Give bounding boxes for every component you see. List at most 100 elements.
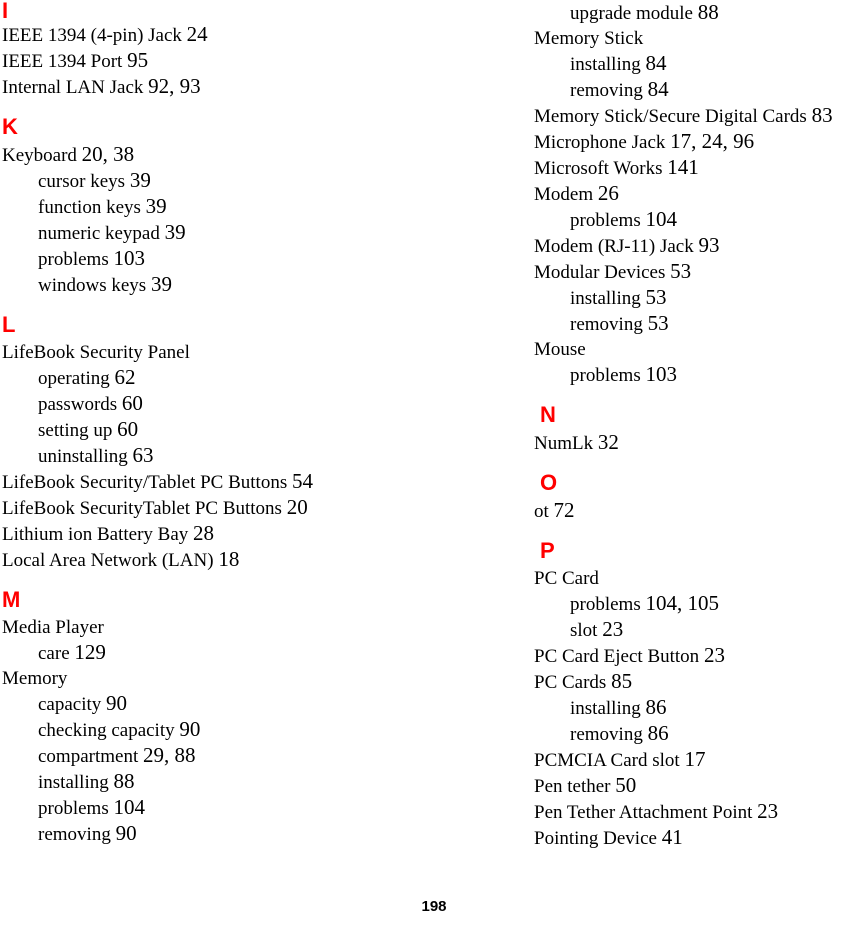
index-entry-label: problems: [570, 210, 641, 231]
index-entry-page-numbers[interactable]: 26: [598, 181, 619, 205]
index-entry-page-numbers[interactable]: 39: [165, 220, 186, 244]
page-number: 198: [421, 898, 447, 915]
index-entry-label: installing: [38, 772, 109, 793]
index-entry-page-numbers[interactable]: 104: [645, 207, 677, 231]
index-entry-label: Microphone Jack: [534, 132, 666, 153]
index-entry-page-numbers[interactable]: 62: [115, 365, 136, 389]
index-section-letter: I: [2, 0, 9, 23]
index-entry: Keyboard 20, 38: [2, 142, 520, 168]
index-subentry: compartment 29, 88: [2, 743, 520, 769]
index-entry-label: LifeBook SecurityTablet PC Buttons: [2, 498, 282, 519]
index-entry: Pointing Device 41: [534, 825, 868, 851]
index-section-letter: K: [2, 114, 18, 139]
index-entry-page-numbers[interactable]: 129: [74, 640, 106, 664]
index-entry-page-numbers[interactable]: 23: [602, 617, 623, 641]
index-entry-page-numbers[interactable]: 50: [615, 773, 636, 797]
index-entry: LifeBook Security/Tablet PC Buttons 54: [2, 469, 520, 495]
index-entry-page-numbers[interactable]: 104: [113, 795, 145, 819]
index-entry-page-numbers[interactable]: 72: [554, 498, 575, 522]
index-entry-page-numbers[interactable]: 88: [113, 769, 134, 793]
index-section-letter-wrap: P: [534, 540, 868, 566]
index-entry-label: IEEE 1394 Port: [2, 51, 123, 72]
index-entry-label: IEEE 1394 (4-pin) Jack: [2, 25, 182, 46]
index-entry-page-numbers[interactable]: 103: [113, 246, 145, 270]
index-entry-page-numbers[interactable]: 23: [704, 643, 725, 667]
index-entry-page-numbers[interactable]: 39: [146, 194, 167, 218]
index-entry-label: Pen tether: [534, 776, 611, 797]
index-entry-label: numeric keypad: [38, 223, 160, 244]
index-entry-label: problems: [570, 594, 641, 615]
index-entry-page-numbers[interactable]: 24: [187, 22, 208, 46]
index-entry-page-numbers[interactable]: 17, 24, 96: [670, 129, 754, 153]
index-subentry: upgrade module 88: [534, 0, 868, 26]
index-entry-page-numbers[interactable]: 86: [648, 721, 669, 745]
index-entry-label: passwords: [38, 394, 118, 415]
index-entry: Pen tether 50: [534, 773, 868, 799]
index-entry-label: NumLk: [534, 433, 594, 454]
index-entry-page-numbers[interactable]: 95: [127, 48, 148, 72]
index-entry-page-numbers[interactable]: 90: [179, 717, 200, 741]
index-entry-label: Modular Devices: [534, 262, 666, 283]
index-entry-page-numbers[interactable]: 85: [611, 669, 632, 693]
index-entry-page-numbers[interactable]: 93: [698, 233, 719, 257]
index-entry-label: windows keys: [38, 275, 147, 296]
index-subentry: installing 88: [2, 769, 520, 795]
index-entry-page-numbers[interactable]: 84: [648, 77, 669, 101]
index-entry-page-numbers[interactable]: 84: [645, 51, 666, 75]
index-entry-page-numbers[interactable]: 18: [218, 547, 239, 571]
index-entry-page-numbers[interactable]: 20, 38: [82, 142, 135, 166]
index-entry-page-numbers[interactable]: 60: [122, 391, 143, 415]
index-entry-label: capacity: [38, 694, 102, 715]
index-entry-label: operating: [38, 368, 110, 389]
index-entry-page-numbers[interactable]: 23: [757, 799, 778, 823]
index-entry-page-numbers[interactable]: 63: [132, 443, 153, 467]
index-entry-page-numbers[interactable]: 90: [106, 691, 127, 715]
index-entry-page-numbers[interactable]: 141: [667, 155, 699, 179]
index-column-left: I IEEE 1394 (4-pin) Jack 24 IEEE 1394 Port…: [0, 0, 520, 847]
index-entry: LifeBook SecurityTablet PC Buttons 20: [2, 495, 520, 521]
index-entry: Microsoft Works 141: [534, 155, 868, 181]
index-entry-list: upgrade module 88 Memory Stick installing …: [534, 0, 868, 388]
index-entry-label: problems: [570, 365, 641, 386]
index-entry-page-numbers[interactable]: 104, 105: [645, 591, 719, 615]
index-entry-page-numbers[interactable]: 83: [812, 103, 833, 127]
index-entry-page-numbers[interactable]: 20: [287, 495, 308, 519]
index-entry-label: checking capacity: [38, 720, 175, 741]
index-section-letter-wrap: I: [2, 0, 520, 22]
index-entry: Microphone Jack 17, 24, 96: [534, 129, 868, 155]
index-entry-page-numbers[interactable]: 86: [645, 695, 666, 719]
index-entry-label: Memory: [2, 668, 68, 689]
index-entry-page-numbers[interactable]: 17: [684, 747, 705, 771]
index-entry-label: removing: [570, 80, 643, 101]
index-entry-label: Modem (RJ-11) Jack: [534, 236, 694, 257]
index-entry-page-numbers[interactable]: 53: [670, 259, 691, 283]
index-entry-label: upgrade module: [570, 3, 693, 24]
index-section-letter-wrap: O: [534, 472, 868, 498]
index-entry-label: PC Cards: [534, 672, 607, 693]
index-entry-page-numbers[interactable]: 39: [151, 272, 172, 296]
index-entry-page-numbers[interactable]: 103: [645, 362, 677, 386]
index-entry: PC Cards 85: [534, 669, 868, 695]
index-entry: NumLk 32: [534, 430, 868, 456]
index-subentry: installing 86: [534, 695, 868, 721]
index-entry-page-numbers[interactable]: 88: [698, 0, 719, 24]
index-entry-page-numbers[interactable]: 29, 88: [143, 743, 196, 767]
index-entry-label: PC Card: [534, 568, 599, 589]
index-section-o: Oot 72: [534, 472, 868, 524]
index-entry-page-numbers[interactable]: 39: [130, 168, 151, 192]
index-subentry: installing 84: [534, 51, 868, 77]
index-entry-list: Keyboard 20, 38 cursor keys 39 function ke…: [2, 142, 520, 298]
index-columns: I IEEE 1394 (4-pin) Jack 24 IEEE 1394 Port…: [0, 0, 868, 880]
index-subentry: uninstalling 63: [2, 443, 520, 469]
index-entry-label: uninstalling: [38, 446, 128, 467]
index-entry-page-numbers[interactable]: 90: [116, 821, 137, 845]
index-entry-page-numbers[interactable]: 41: [662, 825, 683, 849]
index-entry-page-numbers[interactable]: 92, 93: [148, 74, 201, 98]
index-entry-page-numbers[interactable]: 28: [193, 521, 214, 545]
index-entry-page-numbers[interactable]: 60: [117, 417, 138, 441]
index-entry-page-numbers[interactable]: 32: [598, 430, 619, 454]
index-entry-page-numbers[interactable]: 53: [648, 311, 669, 335]
index-entry-page-numbers[interactable]: 53: [645, 285, 666, 309]
index-entry-page-numbers[interactable]: 54: [292, 469, 313, 493]
index-entry-label: installing: [570, 698, 641, 719]
